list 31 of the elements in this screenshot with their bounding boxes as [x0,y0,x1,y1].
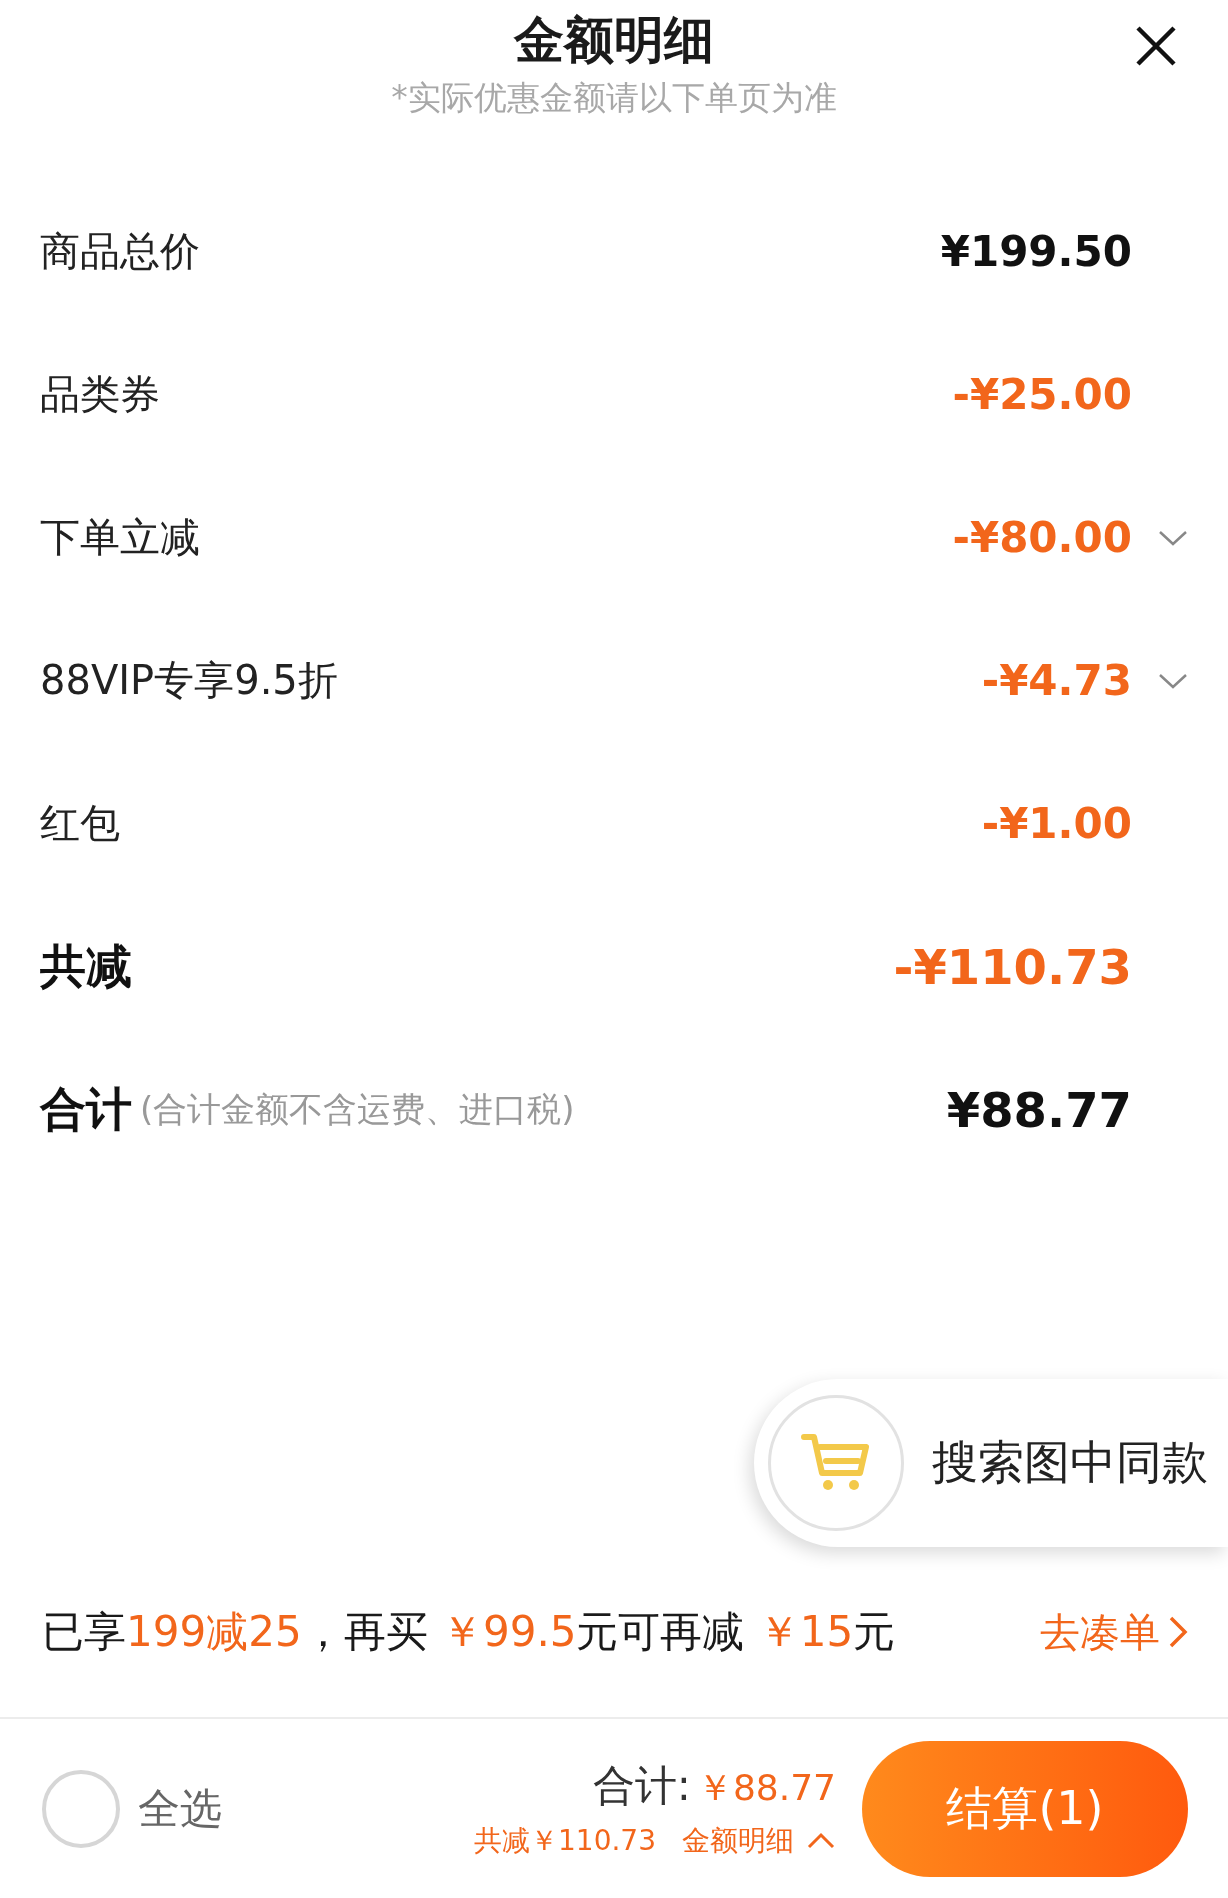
row-amount: ¥199.50 [940,227,1132,276]
row-note: (合计金额不含运费、进口税) [140,1087,575,1131]
disclaimer-text: *实际优惠金额请以下单页为准 [391,77,837,119]
saved-amount: 共减￥110.73 [474,1822,656,1859]
chevron-right-icon [1168,1615,1188,1649]
total-value: ￥88.77 [696,1765,836,1810]
row-label: 下单立减 [40,513,200,562]
row-label: 共减 [40,937,132,995]
row-label: 商品总价 [40,227,200,276]
close-icon[interactable] [1134,24,1178,68]
row-label: 红包 [40,799,120,848]
sheet-title: 金额明细 [514,10,714,71]
row-amount: -¥4.73 [981,656,1132,705]
chevron-up-icon [806,1831,836,1850]
row-label: 合计 [40,1080,132,1138]
add-items-link[interactable]: 去凑单 [1040,1604,1188,1660]
promo-text: 已享199减25，再买 ￥99.5元可再减 ￥15元 [42,1606,896,1658]
details-link[interactable]: 金额明细 [682,1821,836,1860]
row-label: 品类券 [40,370,160,419]
row-amount: ¥88.77 [946,1081,1132,1138]
chevron-down-icon[interactable] [1158,671,1188,690]
total-label: 合计: [592,1759,691,1812]
select-all-label[interactable]: 全选 [138,1780,222,1837]
search-similar-button[interactable]: 搜索图中同款 [754,1379,1228,1547]
chevron-down-icon[interactable] [1158,528,1188,547]
row-amount: -¥110.73 [893,938,1132,995]
row-amount: -¥80.00 [952,513,1132,562]
checkout-button[interactable]: 结算(1) [862,1740,1188,1877]
row-label: 88VIP专享9.5折 [40,656,338,705]
row-amount: -¥1.00 [981,799,1132,848]
row-amount: -¥25.00 [952,370,1132,419]
